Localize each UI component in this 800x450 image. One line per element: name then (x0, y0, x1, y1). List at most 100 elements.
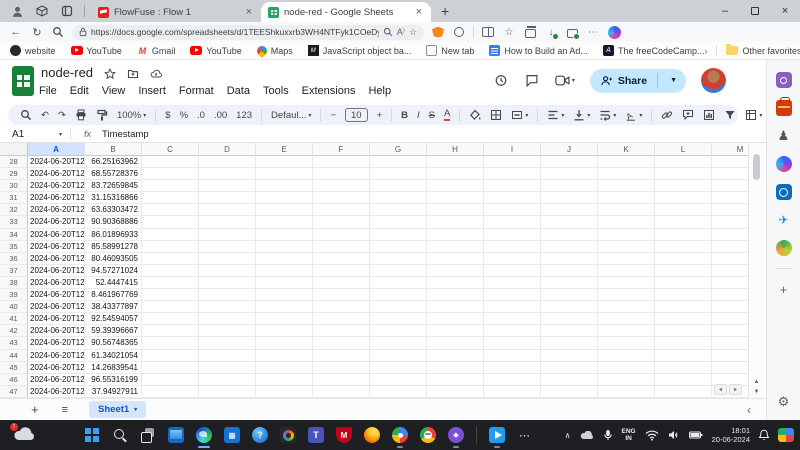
format-percent-button[interactable]: % (180, 110, 188, 121)
cell-I28[interactable] (484, 156, 541, 168)
cloud-status-icon[interactable] (150, 67, 162, 85)
cell-J32[interactable] (541, 204, 598, 216)
cell-K39[interactable] (598, 289, 655, 301)
cell-F46[interactable] (313, 374, 370, 386)
cell-C47[interactable] (142, 386, 199, 398)
cell-G45[interactable] (370, 362, 427, 374)
insert-comment-button[interactable] (682, 109, 694, 121)
cell-I40[interactable] (484, 301, 541, 313)
cell-D44[interactable] (199, 350, 256, 362)
chrome-taskbar-button[interactable] (420, 427, 436, 443)
cell-J35[interactable] (541, 241, 598, 253)
cell-M31[interactable] (712, 192, 748, 204)
search-taskbar-button[interactable] (112, 427, 128, 443)
tray-expand-chevron[interactable]: ∧ (565, 431, 571, 440)
format-currency-button[interactable]: $ (165, 110, 170, 121)
cell-K32[interactable] (598, 204, 655, 216)
cell-A29[interactable]: 2024-06-20T12:2 (28, 168, 85, 180)
cell-K43[interactable] (598, 337, 655, 349)
taskview-taskbar-button[interactable] (140, 427, 156, 443)
cell-D40[interactable] (199, 301, 256, 313)
cell-G30[interactable] (370, 180, 427, 192)
paint-format-button[interactable] (96, 109, 108, 121)
cell-C40[interactable] (142, 301, 199, 313)
cell-C29[interactable] (142, 168, 199, 180)
cell-I43[interactable] (484, 337, 541, 349)
cell-G34[interactable] (370, 229, 427, 241)
read-aloud-icon[interactable]: A⁾ (397, 27, 405, 38)
cell-F47[interactable] (313, 386, 370, 398)
cell-A36[interactable]: 2024-06-20T12:2 (28, 253, 85, 265)
cell-L37[interactable] (655, 265, 712, 277)
cell-L38[interactable] (655, 277, 712, 289)
cell-H37[interactable] (427, 265, 484, 277)
cell-G35[interactable] (370, 241, 427, 253)
column-header-A[interactable]: A (28, 143, 85, 156)
cell-H31[interactable] (427, 192, 484, 204)
star-icon[interactable] (104, 67, 116, 85)
horizontal-align-button[interactable]: ▾ (547, 109, 564, 121)
cell-J33[interactable] (541, 216, 598, 228)
cell-K47[interactable] (598, 386, 655, 398)
row-header-37[interactable]: 37 (0, 265, 28, 277)
create-filter-button[interactable] (724, 109, 736, 121)
cell-J41[interactable] (541, 313, 598, 325)
fill-color-button[interactable] (469, 109, 481, 121)
back-button[interactable]: ← (9, 25, 23, 39)
cell-I35[interactable] (484, 241, 541, 253)
more-formats-button[interactable]: 123 (236, 110, 252, 121)
decrease-decimals-button[interactable]: .0 (197, 110, 205, 121)
other-favorites-button[interactable]: Other favorites (726, 46, 800, 56)
notification-bell-icon[interactable] (759, 429, 769, 441)
cell-D28[interactable] (199, 156, 256, 168)
cell-K41[interactable] (598, 313, 655, 325)
collections-icon[interactable] (523, 25, 537, 39)
cell-A45[interactable]: 2024-06-20T12:2 (28, 362, 85, 374)
cell-I44[interactable] (484, 350, 541, 362)
designer-icon[interactable] (776, 240, 792, 256)
cell-G38[interactable] (370, 277, 427, 289)
extension-circle-icon[interactable] (452, 25, 466, 39)
scroll-up-button[interactable]: ▲ (754, 379, 760, 385)
cell-B45[interactable]: 14.26839541 (85, 362, 142, 374)
cell-J42[interactable] (541, 325, 598, 337)
cell-I39[interactable] (484, 289, 541, 301)
column-header-M[interactable]: M (712, 143, 748, 156)
refresh-button[interactable]: ↻ (30, 25, 44, 39)
cell-E45[interactable] (256, 362, 313, 374)
cell-D39[interactable] (199, 289, 256, 301)
column-header-C[interactable]: C (142, 143, 199, 156)
cell-M29[interactable] (712, 168, 748, 180)
column-header-F[interactable]: F (313, 143, 370, 156)
all-sheets-button[interactable]: ≡ (62, 404, 68, 416)
close-button[interactable]: × (770, 0, 800, 22)
row-header-47[interactable]: 47 (0, 386, 28, 398)
cell-I31[interactable] (484, 192, 541, 204)
cell-D31[interactable] (199, 192, 256, 204)
more-options-icon[interactable]: ⋯ (586, 25, 600, 39)
cell-C31[interactable] (142, 192, 199, 204)
cell-D35[interactable] (199, 241, 256, 253)
cell-J43[interactable] (541, 337, 598, 349)
cell-D43[interactable] (199, 337, 256, 349)
cell-G39[interactable] (370, 289, 427, 301)
cell-A40[interactable]: 2024-06-20T12:2 (28, 301, 85, 313)
cell-D46[interactable] (199, 374, 256, 386)
cell-J36[interactable] (541, 253, 598, 265)
text-color-button[interactable]: A (444, 109, 450, 121)
cell-C37[interactable] (142, 265, 199, 277)
move-folder-icon[interactable] (127, 67, 139, 85)
cell-L45[interactable] (655, 362, 712, 374)
edge-taskbar-button[interactable] (196, 427, 212, 443)
wallet-icon[interactable] (565, 25, 579, 39)
cell-E38[interactable] (256, 277, 313, 289)
cell-E47[interactable] (256, 386, 313, 398)
cell-M33[interactable] (712, 216, 748, 228)
sidebar-settings-icon[interactable]: ⚙ (776, 394, 792, 410)
cell-M45[interactable] (712, 362, 748, 374)
cell-L43[interactable] (655, 337, 712, 349)
cell-C32[interactable] (142, 204, 199, 216)
minimize-button[interactable]: – (710, 0, 740, 22)
cell-H38[interactable] (427, 277, 484, 289)
cell-H30[interactable] (427, 180, 484, 192)
